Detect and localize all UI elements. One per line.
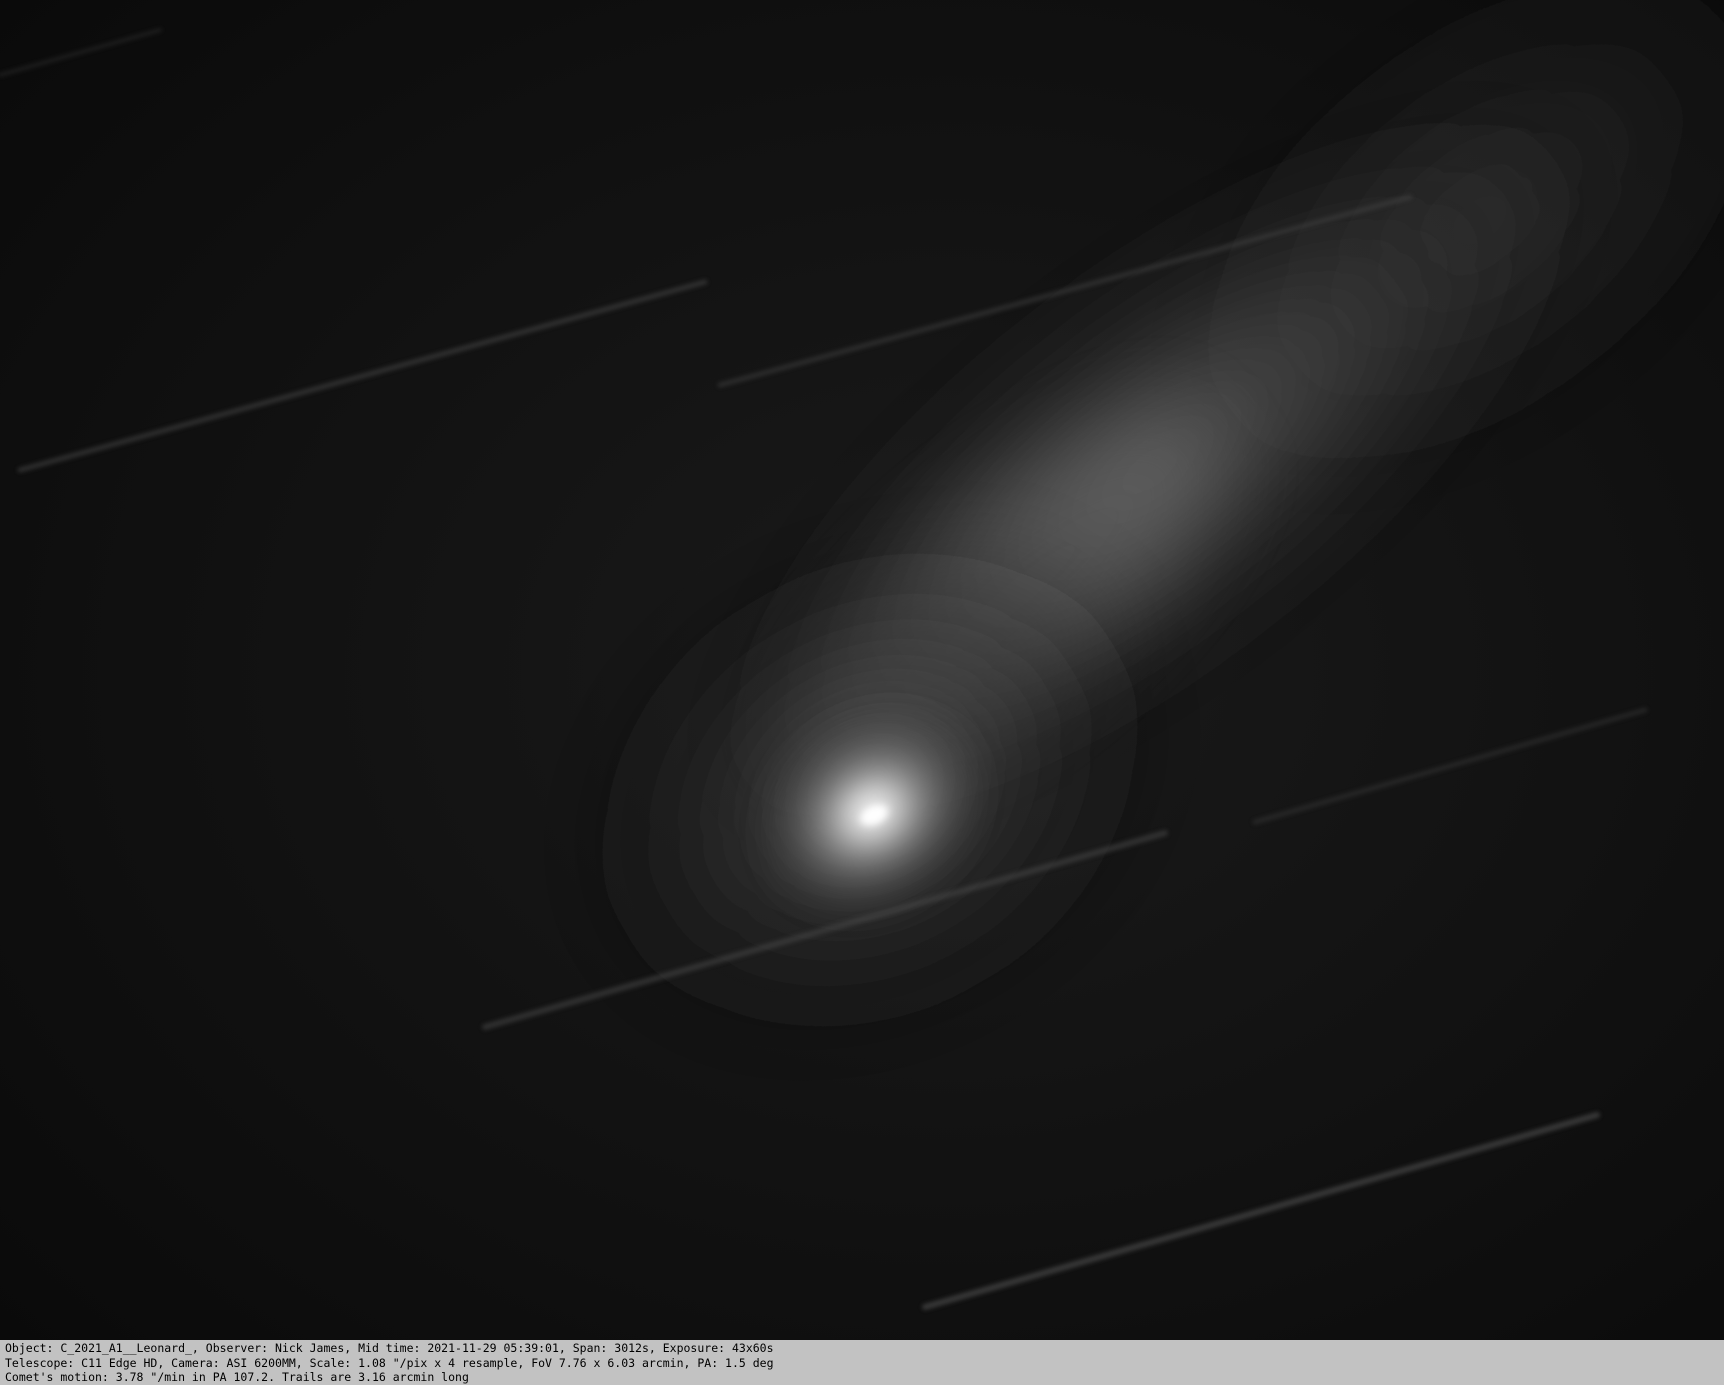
comet-image [0,0,1724,1340]
caption-line-object: Object: C_2021_A1__Leonard_, Observer: N… [5,1341,774,1355]
astrophoto-frame: Object: C_2021_A1__Leonard_, Observer: N… [0,0,1724,1385]
caption-line-telescope: Telescope: C11 Edge HD, Camera: ASI 6200… [5,1355,774,1370]
caption-bar: Object: C_2021_A1__Leonard_, Observer: N… [0,1340,1724,1385]
caption-line-motion: Comet's motion: 3.78 "/min in PA 107.2. … [5,1370,469,1384]
